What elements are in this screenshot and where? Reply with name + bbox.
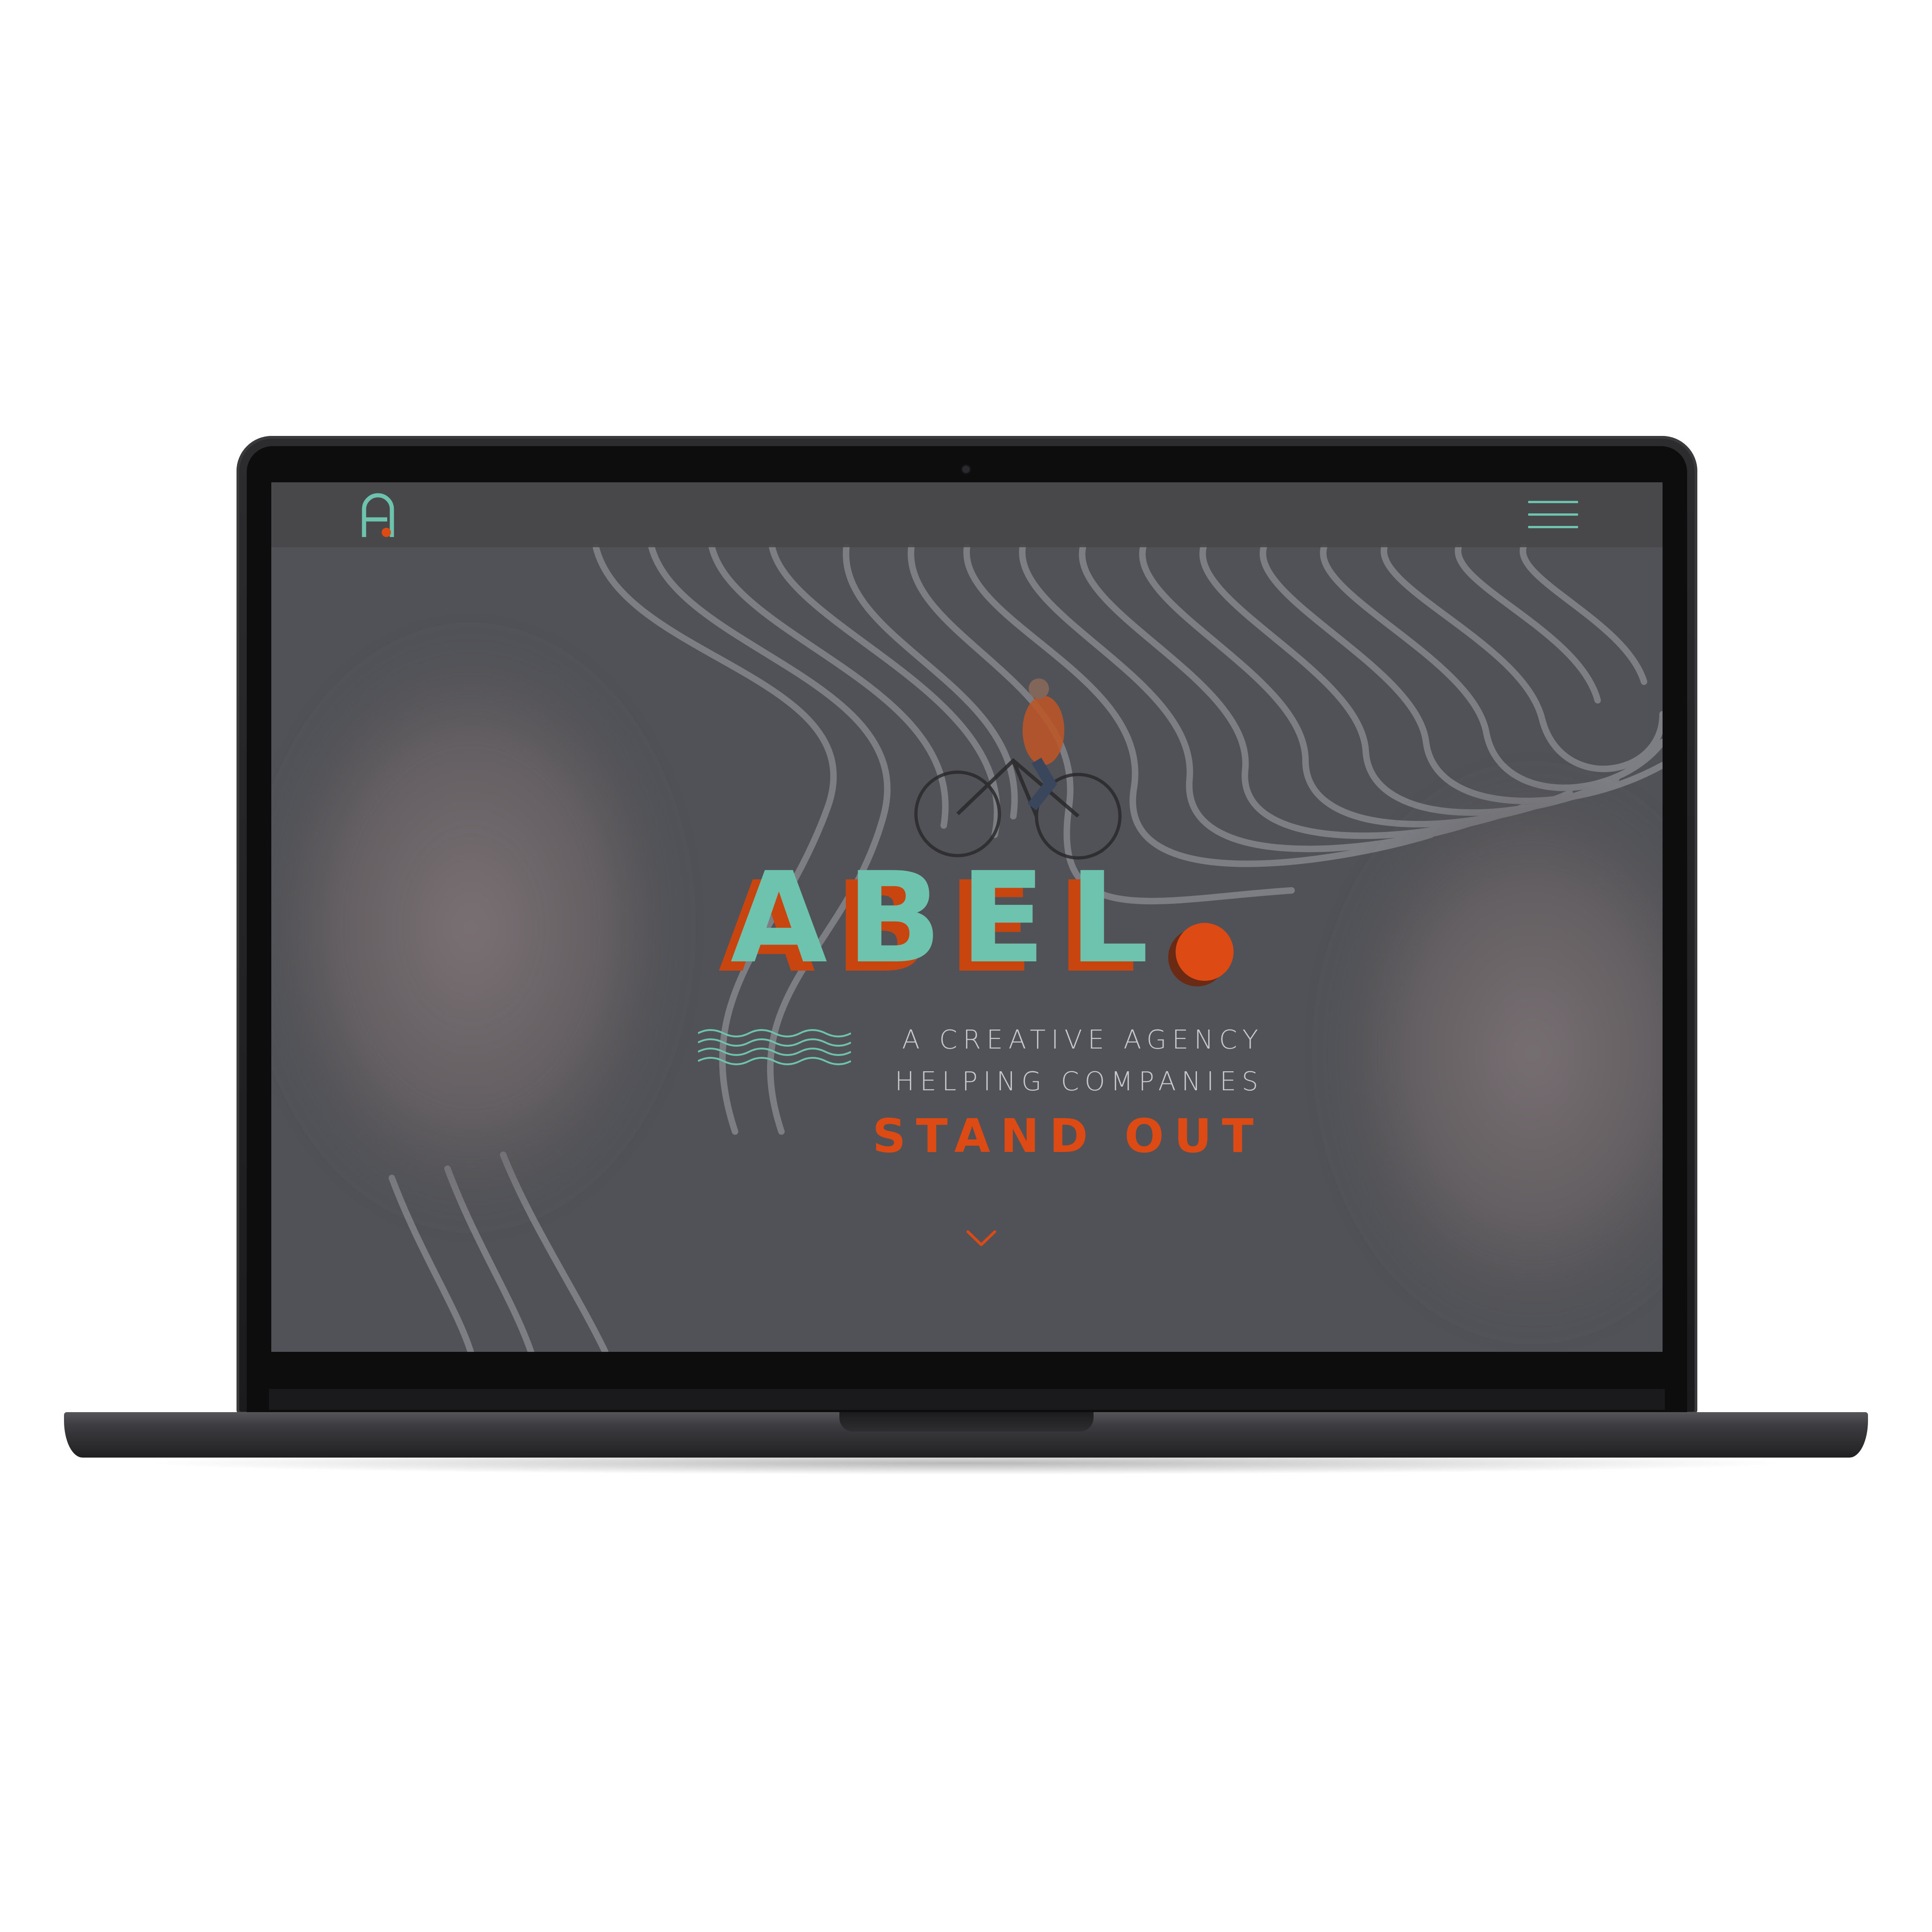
laptop-chin	[269, 1389, 1665, 1410]
brand-letter-face: B	[846, 845, 942, 991]
brand-letter-a: A A	[718, 849, 827, 997]
brand-letter-face: A	[730, 845, 827, 991]
brand-letter-face: E	[960, 845, 1046, 991]
menu-bar-bottom	[1528, 526, 1578, 528]
hero-brand-logotype: A A B B E E L L	[707, 849, 1356, 997]
hamburger-menu-icon[interactable]	[1528, 501, 1578, 529]
laptop-notch	[839, 1412, 1094, 1432]
brand-dot	[1176, 923, 1234, 981]
logo-icon[interactable]	[359, 491, 397, 542]
brand-letter-e: E E	[948, 849, 1045, 997]
tagline-highlight: STAND OUT	[872, 1109, 1264, 1163]
menu-bar-top	[1528, 501, 1578, 503]
chevron-down-icon[interactable]	[966, 1229, 997, 1247]
brand-letter-l: L L	[1057, 849, 1149, 997]
waves-icon	[698, 1029, 851, 1065]
website-screen: A A B B E E L L A CREATIVE AGENCY HELPIN…	[271, 482, 1663, 1352]
camera-icon	[962, 466, 970, 473]
top-navigation-bar	[271, 482, 1663, 547]
brand-letter-face: L	[1069, 845, 1149, 991]
tagline-line-2: HELPING COMPANIES	[895, 1067, 1264, 1097]
tagline-line-1: A CREATIVE AGENCY	[902, 1025, 1264, 1055]
brand-letter-b: B B	[834, 849, 942, 997]
menu-bar-middle	[1528, 513, 1578, 516]
